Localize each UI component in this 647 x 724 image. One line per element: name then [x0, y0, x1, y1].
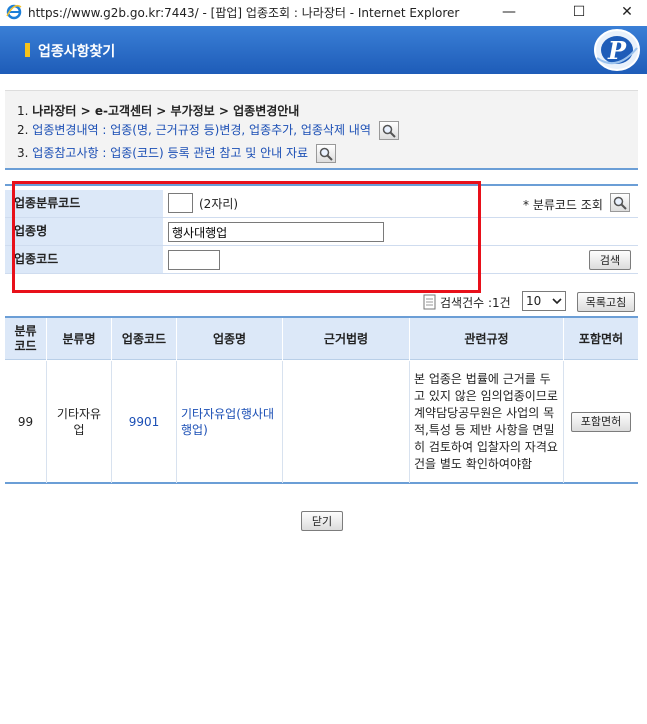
magnifier-icon — [319, 147, 333, 161]
col-code: 업종코드 — [112, 318, 177, 360]
popup-header: 업종사항찾기 P — [0, 26, 647, 74]
col-rule: 관련규정 — [410, 318, 564, 360]
class-code-label: 업종분류코드 — [5, 190, 163, 217]
col-class-name: 분류명 — [47, 318, 112, 360]
step-number: 2. — [17, 123, 29, 137]
internet-explorer-icon — [6, 4, 22, 20]
cell-name[interactable]: 기타자유업(행사대행업) — [177, 361, 283, 483]
name-label: 업종명 — [5, 218, 163, 245]
table-header: 분류 코드 분류명 업종코드 업종명 근거법령 관련규정 포함면허 — [5, 318, 638, 360]
class-code-row: 업종분류코드 (2자리) * 분류코드 조회 — [5, 190, 638, 218]
rule-text: 본 업종은 법률에 근거를 두고 있지 않은 임의업종이므로 계약담당공무원은 … — [414, 372, 558, 471]
maximize-button[interactable]: ☐ — [556, 0, 602, 24]
class-lookup-button[interactable] — [610, 193, 630, 212]
col-class-code: 분류 코드 — [5, 318, 47, 360]
search-form: 업종분류코드 (2자리) * 분류코드 조회 업종명 업종코드 검색 — [5, 184, 638, 274]
industry-name-input[interactable] — [168, 222, 384, 242]
class-lookup-label: * 분류코드 조회 — [523, 198, 603, 212]
cell-law — [283, 361, 410, 483]
magnifier-icon — [613, 196, 627, 210]
g2b-logo-icon: P — [594, 29, 640, 71]
title-marker — [25, 43, 30, 57]
col-law: 근거법령 — [283, 318, 410, 360]
class-code-input[interactable] — [168, 193, 193, 213]
step-1-text: 나라장터 > e-고객센터 > 부가정보 > 업종변경안내 — [32, 104, 300, 118]
step-number: 3. — [17, 146, 29, 160]
search-button[interactable]: 검색 — [589, 250, 631, 270]
step-number: 1. — [17, 104, 29, 118]
page-size-select[interactable]: 10 — [522, 291, 566, 311]
col-license: 포함면허 — [578, 331, 624, 346]
col-name: 업종명 — [177, 318, 283, 360]
maximize-icon: ☐ — [572, 4, 586, 20]
step-1: 1. 나라장터 > e-고객센터 > 부가정보 > 업종변경안내 — [17, 102, 299, 119]
cell-code[interactable]: 9901 — [112, 361, 177, 483]
page-title: 업종사항찾기 — [38, 44, 116, 60]
close-window-button[interactable]: ✕ — [604, 0, 647, 24]
license-button[interactable]: 포함면허 — [571, 412, 631, 432]
result-count: 검색건수 :1건 — [440, 296, 511, 310]
cell-class-name: 기타자유업 — [47, 361, 112, 483]
page-size-value: 10 — [526, 294, 542, 308]
cell-class-code: 99 — [5, 361, 47, 483]
step-2-link[interactable]: 업종변경내역 : 업종(명, 근거규정 등)변경, 업종추가, 업종삭제 내역 — [32, 123, 371, 137]
class-code-hint: (2자리) — [199, 197, 239, 211]
code-row: 업종코드 검색 — [5, 246, 638, 274]
results-table: 분류 코드 분류명 업종코드 업종명 근거법령 관련규정 포함면허 99 기타자… — [5, 316, 638, 484]
step-3-link[interactable]: 업종참고사항 : 업종(코드) 등록 관련 참고 및 안내 자료 — [32, 146, 308, 160]
name-row: 업종명 — [5, 218, 638, 246]
window-titlebar: https://www.g2b.go.kr:7443/ - [팝업] 업종조회 … — [0, 0, 647, 24]
info-steps: 1. 나라장터 > e-고객센터 > 부가정보 > 업종변경안내 2. 업종변경… — [5, 90, 638, 170]
step-2-search-button[interactable] — [378, 121, 399, 140]
code-label: 업종코드 — [5, 246, 163, 273]
cell-rule: 본 업종은 법률에 근거를 두고 있지 않은 임의업종이므로 계약담당공무원은 … — [410, 361, 564, 483]
refresh-list-button[interactable]: 목록고침 — [577, 292, 635, 312]
industry-code-input[interactable] — [168, 250, 220, 270]
close-button[interactable]: 닫기 — [301, 511, 343, 531]
close-icon: ✕ — [621, 4, 633, 20]
chevron-down-icon — [552, 298, 562, 305]
step-2: 2. 업종변경내역 : 업종(명, 근거규정 등)변경, 업종추가, 업종삭제 … — [17, 121, 399, 140]
minimize-button[interactable]: — — [486, 0, 532, 24]
magnifier-icon — [382, 124, 396, 138]
step-3: 3. 업종참고사항 : 업종(코드) 등록 관련 참고 및 안내 자료 — [17, 144, 336, 163]
cell-license: 포함면허 — [564, 361, 638, 483]
window-title: https://www.g2b.go.kr:7443/ - [팝업] 업종조회 … — [28, 5, 460, 20]
minimize-icon: — — [502, 4, 516, 20]
document-icon — [423, 294, 436, 310]
step-3-search-button[interactable] — [315, 144, 336, 163]
